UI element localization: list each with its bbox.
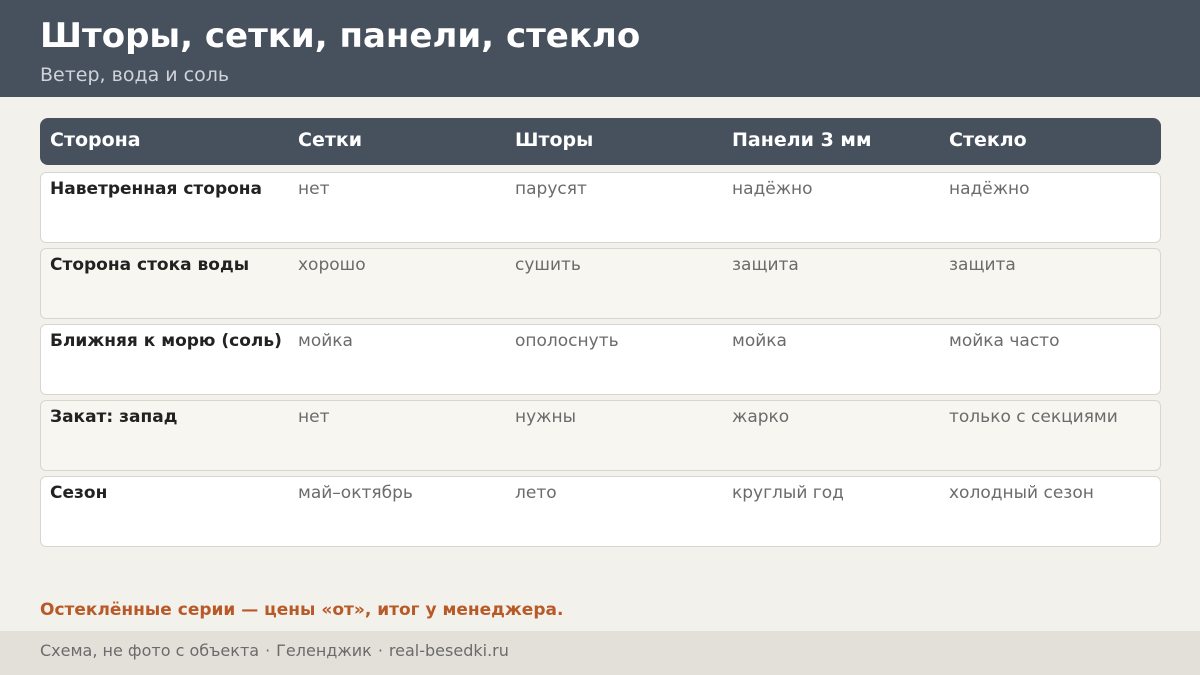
page-footer: Схема, не фото с объекта · Геленджик · real-… bbox=[0, 631, 1200, 675]
cell-nets: мойка bbox=[298, 331, 353, 351]
cell-curtains: лето bbox=[515, 483, 557, 503]
footer-separator: · bbox=[265, 641, 271, 660]
row-side-label: Закат: запад bbox=[50, 407, 178, 427]
column-header-panels: Панели 3 мм bbox=[732, 129, 872, 151]
page-subtitle: Ветер, вода и соль bbox=[40, 64, 230, 86]
cell-panels: круглый год bbox=[732, 483, 844, 503]
cell-nets: нет bbox=[298, 179, 330, 199]
cell-glass: мойка часто bbox=[949, 331, 1060, 351]
table-header: Сторона Сетки Шторы Панели 3 мм Стекло bbox=[40, 118, 1161, 165]
cell-curtains: парусят bbox=[515, 179, 587, 199]
page-header: Шторы, сетки, панели, стекло Ветер, вода… bbox=[0, 0, 1200, 97]
cell-glass: защита bbox=[949, 255, 1016, 275]
cell-panels: защита bbox=[732, 255, 799, 275]
row-side-label: Наветренная сторона bbox=[50, 179, 263, 199]
table-row: Наветренная сторона нет парусят надёжно … bbox=[40, 172, 1161, 243]
table-row: Сезон май–октябрь лето круглый год холод… bbox=[40, 476, 1161, 547]
cell-glass: только с секциями bbox=[949, 407, 1118, 427]
cell-panels: надёжно bbox=[732, 179, 813, 199]
page-title: Шторы, сетки, панели, стекло bbox=[40, 16, 641, 56]
column-header-nets: Сетки bbox=[298, 129, 363, 151]
footer-separator: · bbox=[377, 641, 383, 660]
cell-curtains: сушить bbox=[515, 255, 581, 275]
row-side-label: Ближняя к морю (соль) bbox=[50, 331, 282, 351]
footer-city: Геленджик bbox=[276, 641, 372, 660]
column-header-curtains: Шторы bbox=[515, 129, 594, 151]
column-header-side: Сторона bbox=[50, 129, 141, 151]
cell-curtains: нужны bbox=[515, 407, 577, 427]
cell-nets: нет bbox=[298, 407, 330, 427]
table-row: Закат: запад нет нужны жарко только с се… bbox=[40, 400, 1161, 471]
pricing-note: Остеклённые серии — цены «от», итог у ме… bbox=[40, 600, 564, 620]
footer-text: Схема, не фото с объекта · Геленджик · real-… bbox=[40, 640, 509, 662]
table-row: Ближняя к морю (соль) мойка ополоснуть м… bbox=[40, 324, 1161, 395]
cell-curtains: ополоснуть bbox=[515, 331, 619, 351]
row-side-label: Сезон bbox=[50, 483, 108, 503]
cell-glass: холодный сезон bbox=[949, 483, 1094, 503]
cell-panels: мойка bbox=[732, 331, 787, 351]
cell-nets: хорошо bbox=[298, 255, 366, 275]
column-header-glass: Стекло bbox=[949, 129, 1027, 151]
table-row: Сторона стока воды хорошо сушить защита … bbox=[40, 248, 1161, 319]
footer-disclaimer: Схема, не фото с объекта bbox=[40, 641, 260, 660]
cell-nets: май–октябрь bbox=[298, 483, 413, 503]
comparison-table: Сторона Сетки Шторы Панели 3 мм Стекло Н… bbox=[40, 118, 1161, 547]
cell-panels: жарко bbox=[732, 407, 790, 427]
row-side-label: Сторона стока воды bbox=[50, 255, 250, 275]
cell-glass: надёжно bbox=[949, 179, 1030, 199]
footer-site: real-besedki.ru bbox=[388, 641, 509, 660]
